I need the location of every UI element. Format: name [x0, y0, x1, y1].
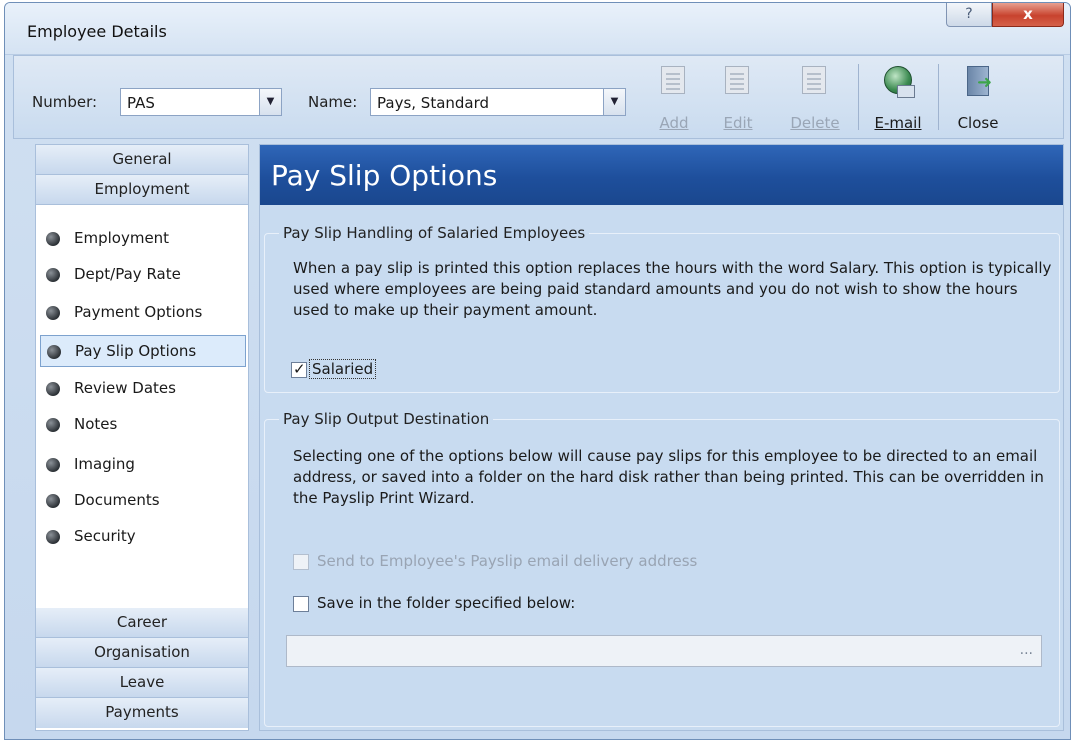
- email-globe-icon: [881, 62, 915, 98]
- bullet-icon: [46, 494, 60, 508]
- nav-item-review-dates[interactable]: Review Dates: [40, 373, 246, 405]
- nav-section-organisation[interactable]: Organisation: [36, 638, 248, 668]
- employee-details-window: Employee Details ? x Number: PAS ▼ Name:…: [4, 2, 1071, 740]
- save-folder-checkbox[interactable]: [293, 596, 309, 612]
- toolbar: Number: PAS ▼ Name: Pays, Standard ▼ Add…: [13, 55, 1064, 139]
- bullet-icon: [46, 232, 60, 246]
- window-close-button[interactable]: x: [992, 3, 1064, 27]
- number-dropdown-arrow-icon[interactable]: ▼: [259, 89, 281, 115]
- add-doc-icon: [657, 62, 691, 96]
- panel-title: Pay Slip Options: [271, 159, 498, 192]
- name-label: Name:: [308, 93, 358, 111]
- email-delivery-checkbox[interactable]: [293, 554, 309, 570]
- number-value: PAS: [127, 94, 155, 112]
- toolbar-separator: [938, 64, 939, 130]
- nav-item-pay-slip-options[interactable]: Pay Slip Options: [40, 335, 246, 367]
- exit-door-icon: [961, 62, 995, 96]
- toolbar-separator: [858, 64, 859, 130]
- nav-item-documents[interactable]: Documents: [40, 485, 246, 517]
- bullet-icon: [47, 345, 61, 359]
- output-group-title: Pay Slip Output Destination: [279, 410, 494, 428]
- nav-item-payment-options[interactable]: Payment Options: [40, 297, 246, 329]
- number-combo[interactable]: PAS ▼: [120, 88, 282, 116]
- nav-section-leave[interactable]: Leave: [36, 668, 248, 698]
- salaried-group-title: Pay Slip Handling of Salaried Employees: [279, 224, 590, 242]
- browse-folder-button[interactable]: ...: [1020, 642, 1033, 658]
- title-bar: Employee Details ? x: [5, 3, 1070, 55]
- bullet-icon: [46, 530, 60, 544]
- delete-doc-icon: [798, 62, 832, 96]
- help-button[interactable]: ?: [946, 3, 992, 27]
- pay-slip-options-panel: Pay Slip Options Pay Slip Handling of Sa…: [259, 144, 1064, 731]
- name-combo[interactable]: Pays, Standard ▼: [370, 88, 626, 116]
- nav-section-employment[interactable]: Employment: [36, 175, 248, 205]
- nav-section-general[interactable]: General: [36, 145, 248, 175]
- output-destination-group: Pay Slip Output Destination Selecting on…: [264, 410, 1060, 727]
- email-button[interactable]: E-mail: [870, 60, 926, 136]
- nav-section-payments[interactable]: Payments: [36, 698, 248, 728]
- close-button[interactable]: Close: [950, 60, 1006, 136]
- side-navigation: General Employment Employment Dept/Pay R…: [35, 144, 249, 731]
- salaried-checkbox[interactable]: [291, 360, 307, 378]
- folder-path-input[interactable]: ...: [286, 635, 1042, 667]
- salaried-handling-group: Pay Slip Handling of Salaried Employees …: [264, 224, 1060, 393]
- panel-header: Pay Slip Options: [260, 145, 1063, 205]
- nav-item-dept-pay-rate[interactable]: Dept/Pay Rate: [40, 259, 246, 291]
- salaried-description: When a pay slip is printed this option r…: [293, 259, 1052, 319]
- bullet-icon: [46, 382, 60, 396]
- output-description: Selecting one of the options below will …: [293, 447, 1044, 507]
- nav-item-imaging[interactable]: Imaging: [40, 449, 246, 481]
- salaried-label[interactable]: Salaried: [309, 359, 377, 379]
- name-value: Pays, Standard: [377, 94, 490, 112]
- edit-doc-icon: [721, 62, 755, 96]
- nav-item-employment[interactable]: Employment: [40, 223, 246, 255]
- bullet-icon: [46, 418, 60, 432]
- window-title: Employee Details: [27, 22, 167, 41]
- nav-item-security[interactable]: Security: [40, 521, 246, 553]
- edit-button[interactable]: Edit: [716, 60, 760, 136]
- save-folder-label[interactable]: Save in the folder specified below:: [317, 594, 575, 612]
- email-delivery-label: Send to Employee's Payslip email deliver…: [317, 552, 698, 570]
- nav-item-notes[interactable]: Notes: [40, 409, 246, 441]
- number-label: Number:: [32, 93, 98, 111]
- bullet-icon: [46, 268, 60, 282]
- nav-section-career[interactable]: Career: [36, 608, 248, 638]
- delete-button[interactable]: Delete: [786, 60, 844, 136]
- bullet-icon: [46, 458, 60, 472]
- name-dropdown-arrow-icon[interactable]: ▼: [603, 89, 625, 115]
- bullet-icon: [46, 306, 60, 320]
- add-button[interactable]: Add: [652, 60, 696, 136]
